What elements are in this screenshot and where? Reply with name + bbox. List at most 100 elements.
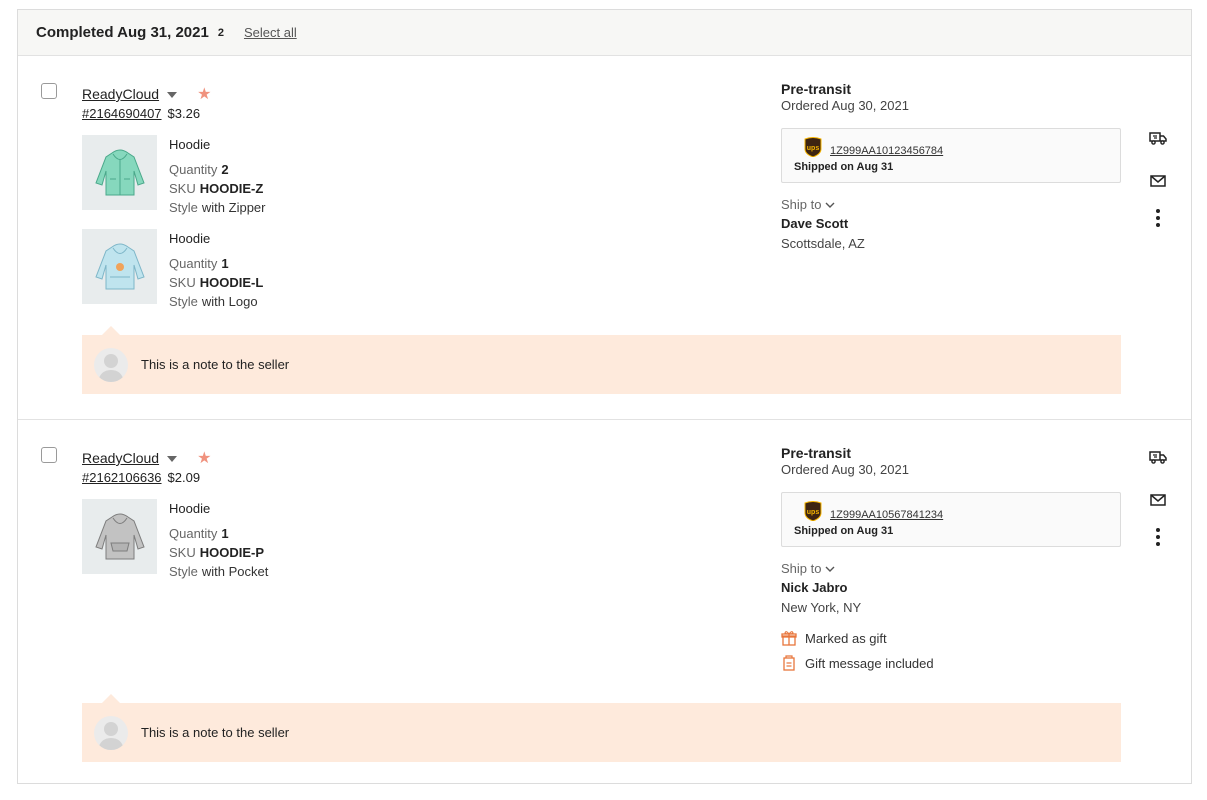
order-select-checkbox[interactable] bbox=[41, 447, 57, 463]
quantity-label: Quantity bbox=[169, 256, 218, 271]
item-quantity: Quantity 1 bbox=[169, 256, 229, 271]
item-style: Style with Zipper bbox=[169, 200, 265, 215]
shipment-box: ups 1Z999AA10567841234 Shipped on Aug 31 bbox=[781, 492, 1121, 547]
shipped-on: Shipped on Aug 31 bbox=[794, 525, 894, 537]
note-text: This is a note to the seller bbox=[141, 725, 290, 740]
svg-text:ups: ups bbox=[807, 509, 820, 516]
item-thumbnail[interactable] bbox=[82, 499, 157, 574]
message-action-button[interactable] bbox=[1146, 169, 1170, 193]
recipient-location: Scottsdale, AZ bbox=[781, 236, 865, 251]
order-select-checkbox[interactable] bbox=[41, 83, 57, 99]
style-label: Style bbox=[169, 294, 198, 309]
list-item: Hoodie Quantity 2 SKU HOODIE-Z Style with Z… bbox=[82, 135, 442, 215]
gift-message-indicator: Gift message included bbox=[781, 655, 934, 671]
hoodie-zipper-image bbox=[94, 149, 145, 195]
order-number-line: #2164690407 $3.26 bbox=[82, 106, 200, 121]
avatar bbox=[94, 347, 128, 382]
shop-name-link[interactable]: ReadyCloud bbox=[82, 86, 159, 102]
shop-line: ReadyCloud ★ bbox=[82, 84, 211, 104]
quantity-value: 2 bbox=[221, 162, 229, 177]
ship-to-label: Ship to bbox=[781, 197, 822, 212]
ordered-date: Ordered Aug 30, 2021 bbox=[781, 462, 909, 477]
style-label: Style bbox=[169, 564, 198, 579]
more-vertical-icon bbox=[1156, 209, 1160, 227]
sku-label: SKU bbox=[169, 275, 196, 290]
order-price: $2.09 bbox=[167, 470, 201, 485]
group-header: Completed Aug 31, 2021 2 Select all bbox=[18, 10, 1191, 56]
note-pointer bbox=[102, 326, 120, 335]
gift-message-icon bbox=[783, 655, 795, 671]
truck-icon bbox=[1149, 132, 1167, 145]
sku-value: HOODIE-P bbox=[199, 545, 265, 560]
gift-icon bbox=[781, 631, 797, 646]
list-item: Hoodie Quantity 1 SKU HOODIE-P Style with P… bbox=[82, 499, 442, 579]
item-sku: SKU HOODIE-Z bbox=[169, 181, 263, 196]
item-sku: SKU HOODIE-P bbox=[169, 545, 264, 560]
item-thumbnail[interactable] bbox=[82, 229, 157, 304]
style-value: with Pocket bbox=[201, 564, 269, 579]
gift-marked-indicator: Marked as gift bbox=[781, 630, 887, 646]
order-card: ReadyCloud ★ #2164690407 $3.26 Hoodie Qu… bbox=[18, 56, 1191, 420]
item-style: Style with Logo bbox=[169, 294, 258, 309]
star-icon[interactable]: ★ bbox=[197, 448, 211, 468]
note-to-seller: This is a note to the seller bbox=[82, 326, 1121, 394]
note-text: This is a note to the seller bbox=[141, 357, 290, 372]
item-thumbnail[interactable] bbox=[82, 135, 157, 210]
quantity-label: Quantity bbox=[169, 162, 218, 177]
order-number-link[interactable]: #2164690407 bbox=[82, 106, 162, 121]
truck-icon bbox=[1149, 451, 1167, 464]
caret-down-icon[interactable] bbox=[167, 456, 178, 462]
group-title: Completed Aug 31, 2021 bbox=[36, 24, 209, 41]
item-quantity: Quantity 2 bbox=[169, 162, 229, 177]
recipient-name: Nick Jabro bbox=[781, 580, 848, 595]
message-action-button[interactable] bbox=[1146, 488, 1170, 512]
item-title: Hoodie bbox=[169, 137, 211, 152]
recipient-location: New York, NY bbox=[781, 600, 862, 615]
item-sku: SKU HOODIE-L bbox=[169, 275, 263, 290]
shipment-status: Pre-transit bbox=[781, 81, 852, 97]
order-price: $3.26 bbox=[167, 106, 201, 121]
item-style: Style with Pocket bbox=[169, 564, 268, 579]
order-number-link[interactable]: #2162106636 bbox=[82, 470, 162, 485]
hoodie-pocket-image bbox=[94, 513, 145, 559]
style-value: with Zipper bbox=[201, 200, 266, 215]
sku-value: HOODIE-Z bbox=[199, 181, 264, 196]
more-actions-button[interactable] bbox=[1146, 525, 1170, 549]
quantity-value: 1 bbox=[221, 256, 229, 271]
star-icon[interactable]: ★ bbox=[197, 84, 211, 104]
user-avatar-icon bbox=[98, 721, 124, 750]
ship-to-label: Ship to bbox=[781, 561, 822, 576]
shipment-box: ups 1Z999AA10123456784 Shipped on Aug 31 bbox=[781, 128, 1121, 183]
svg-text:ups: ups bbox=[807, 145, 820, 152]
envelope-icon bbox=[1150, 494, 1166, 506]
sku-value: HOODIE-L bbox=[199, 275, 264, 290]
shipped-on: Shipped on Aug 31 bbox=[794, 161, 894, 173]
ship-to-toggle[interactable]: Ship to bbox=[781, 561, 835, 576]
note-to-seller: This is a note to the seller bbox=[82, 694, 1121, 762]
ship-action-button[interactable] bbox=[1146, 126, 1170, 150]
ups-logo-icon: ups bbox=[804, 501, 822, 521]
recipient-name: Dave Scott bbox=[781, 216, 849, 231]
ship-to-toggle[interactable]: Ship to bbox=[781, 197, 835, 212]
more-actions-button[interactable] bbox=[1146, 206, 1170, 230]
order-number-line: #2162106636 $2.09 bbox=[82, 470, 200, 485]
hoodie-logo-image bbox=[94, 243, 145, 289]
order-count-badge: 2 bbox=[217, 26, 224, 39]
sku-label: SKU bbox=[169, 545, 196, 560]
shop-name-link[interactable]: ReadyCloud bbox=[82, 450, 159, 466]
style-value: with Logo bbox=[201, 294, 258, 309]
user-avatar-icon bbox=[98, 353, 124, 382]
shop-line: ReadyCloud ★ bbox=[82, 448, 211, 468]
item-title: Hoodie bbox=[169, 231, 211, 246]
order-group-panel: Completed Aug 31, 2021 2 Select all Read… bbox=[17, 9, 1192, 784]
quantity-label: Quantity bbox=[169, 526, 218, 541]
envelope-icon bbox=[1150, 175, 1166, 187]
more-vertical-icon bbox=[1156, 528, 1160, 546]
tracking-number-link[interactable]: 1Z999AA10567841234 bbox=[830, 509, 943, 521]
tracking-number-link[interactable]: 1Z999AA10123456784 bbox=[830, 145, 943, 157]
select-all-link[interactable]: Select all bbox=[244, 25, 297, 40]
quantity-value: 1 bbox=[221, 526, 229, 541]
ship-action-button[interactable] bbox=[1146, 445, 1170, 469]
caret-down-icon[interactable] bbox=[167, 92, 178, 98]
item-title: Hoodie bbox=[169, 501, 211, 516]
